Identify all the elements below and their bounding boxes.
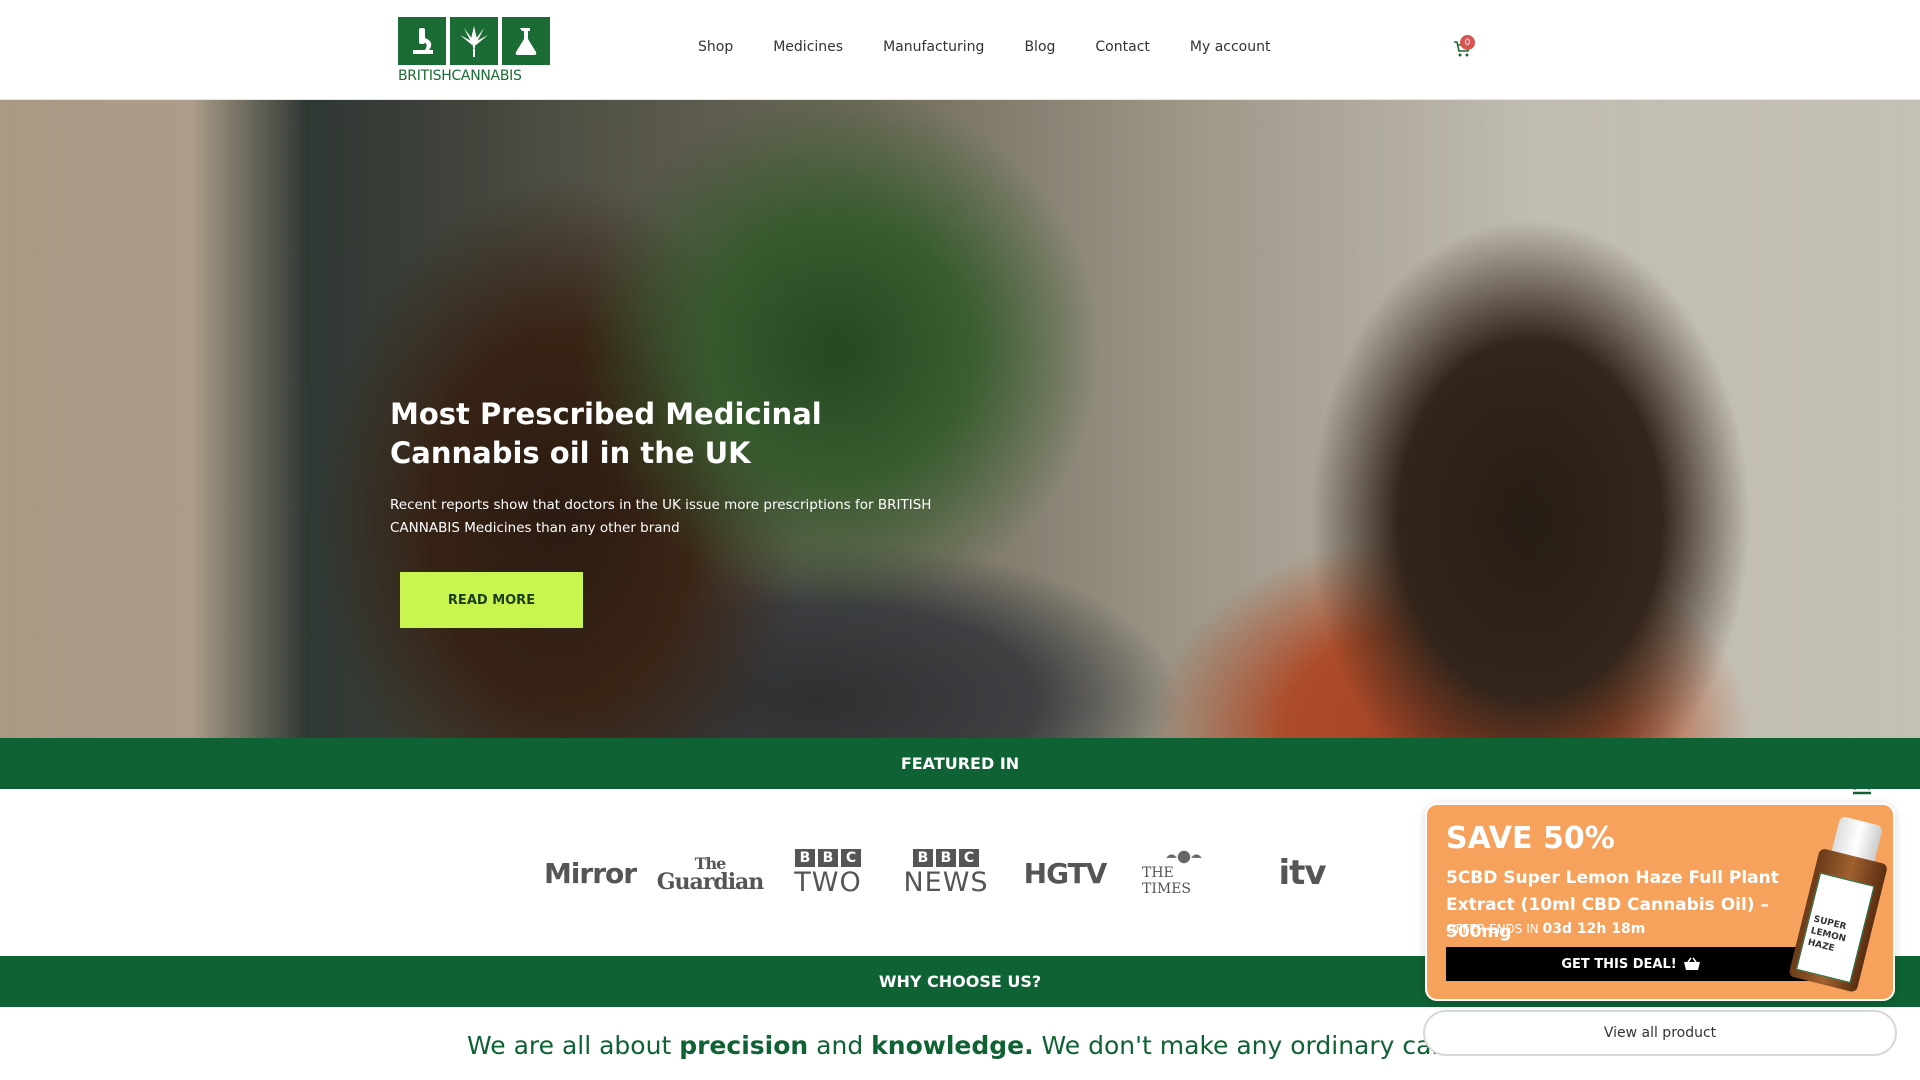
hero-title: Most Prescribed Medicinal Cannabis oil i… [390, 397, 822, 470]
bbc-block-b2: B [818, 849, 838, 867]
main-nav: Shop Medicines Manufacturing Blog Contac… [698, 39, 1310, 55]
british-cannabis-logo[interactable]: BRITISHCANNABIS [398, 17, 553, 85]
the-times-word: THE TIMES [1142, 865, 1192, 897]
popup-offer-countdown: OFFER ENDS IN 03d 12h 18m [1446, 921, 1645, 937]
why-text-a: We are all about [467, 1031, 680, 1060]
bbc-two-word: TWO [794, 867, 862, 898]
logo-tiles [398, 17, 553, 65]
why-text-and: and [808, 1031, 872, 1060]
featured-in-heading: FEATURED IN [0, 738, 1920, 789]
flask-icon [502, 17, 550, 65]
bbc-news-logo: B B C NEWS [903, 849, 989, 898]
bbc-block-b1: B [795, 849, 815, 867]
popup-close-icon[interactable] [1850, 771, 1874, 795]
cart-count-badge: 0 [1460, 35, 1475, 50]
bbc-block-b1: B [913, 849, 933, 867]
bottle-label: SUPER LEMON HAZE [1795, 872, 1875, 984]
bbc-news-word: NEWS [903, 867, 989, 898]
guardian-logo: The Guardian [657, 849, 765, 897]
hero-banner: Most Prescribed Medicinal Cannabis oil i… [0, 100, 1920, 738]
deal-popup: SAVE 50% 5CBD Super Lemon Haze Full Plan… [1425, 803, 1895, 1001]
bbc-two-logo: B B C TWO [788, 849, 868, 897]
nav-blog[interactable]: Blog [1024, 39, 1055, 55]
why-text-knowledge: knowledge. [871, 1031, 1034, 1060]
why-text-precision: precision [679, 1031, 809, 1060]
bbc-blocks: B B C [913, 849, 979, 867]
hgtv-logo: HGTV [1023, 856, 1108, 890]
read-more-button[interactable]: READ MORE [400, 572, 583, 628]
nav-my-account[interactable]: My account [1190, 39, 1271, 55]
cannabis-leaf-icon [450, 17, 498, 65]
logo-wordmark: BRITISHCANNABIS [398, 68, 522, 84]
bbc-blocks: B B C [795, 849, 861, 867]
nav-shop[interactable]: Shop [698, 39, 733, 55]
get-this-deal-label: GET THIS DEAL! [1561, 956, 1677, 972]
nav-manufacturing[interactable]: Manufacturing [883, 39, 984, 55]
bbc-block-c: C [841, 849, 861, 867]
mirror-logo: Mirror [543, 856, 637, 890]
microscope-icon [398, 17, 446, 65]
guardian-logo-word: Guardian [656, 869, 765, 895]
bbc-block-c: C [959, 849, 979, 867]
offer-time: 03d 12h 18m [1542, 921, 1646, 937]
bbc-block-b2: B [936, 849, 956, 867]
site-header: BRITISHCANNABIS Shop Medicines Manufactu… [0, 0, 1920, 100]
times-crest-icon [1166, 850, 1202, 864]
why-intro-text: We are all about precision and knowledge… [467, 1031, 1494, 1060]
itv-logo: itv [1278, 853, 1326, 893]
get-this-deal-button[interactable]: GET THIS DEAL! [1446, 947, 1816, 981]
popup-title: SAVE 50% [1446, 821, 1615, 856]
basket-icon [1683, 957, 1700, 970]
offer-prefix: OFFER ENDS IN [1446, 922, 1543, 936]
hero-subtitle: Recent reports show that doctors in the … [390, 497, 932, 536]
nav-medicines[interactable]: Medicines [773, 39, 843, 55]
the-times-logo: THE TIMES [1142, 849, 1226, 897]
view-all-products-button[interactable]: View all product [1423, 1010, 1897, 1056]
nav-contact[interactable]: Contact [1095, 39, 1149, 55]
